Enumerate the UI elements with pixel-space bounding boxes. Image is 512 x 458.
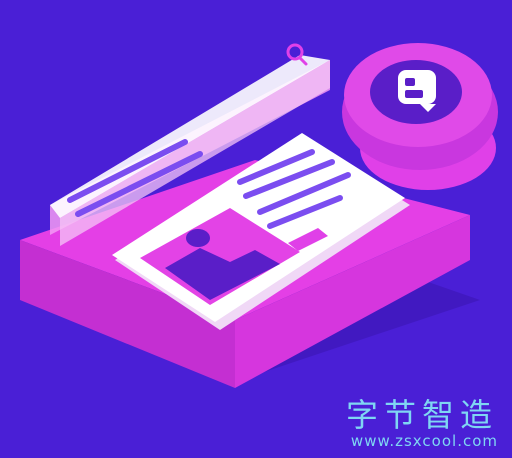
watermark-url: www.zsxcool.com: [350, 432, 498, 450]
watermark-title: 字节智造: [345, 396, 498, 434]
isometric-web-illustration: [20, 43, 498, 388]
watermark: 字节智造 www.zsxcool.com: [346, 398, 498, 450]
